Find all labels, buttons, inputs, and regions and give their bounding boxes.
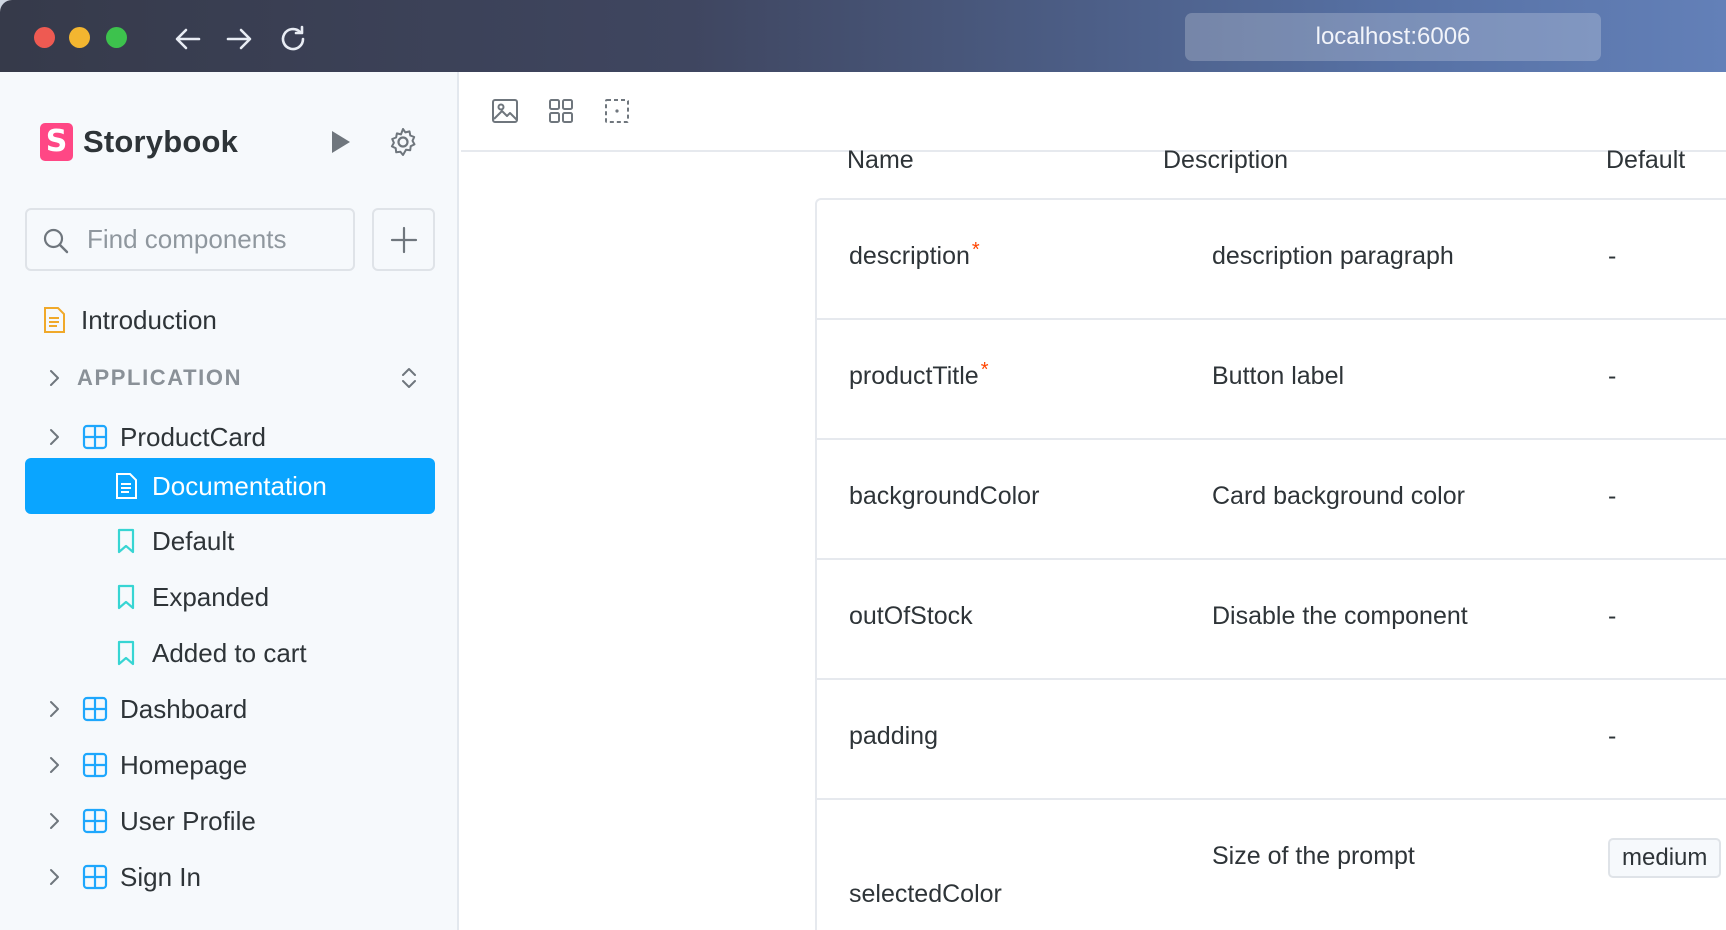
minimize-window-button[interactable] xyxy=(69,27,90,48)
maximize-window-button[interactable] xyxy=(106,27,127,48)
outline-icon[interactable] xyxy=(602,96,632,126)
table-row: backgroundColor Card background color - xyxy=(817,440,1726,560)
default-value-badge: medium xyxy=(1608,838,1722,878)
component-icon xyxy=(82,864,108,890)
table-row: productTitle * Button label - xyxy=(817,320,1726,440)
close-window-button[interactable] xyxy=(34,27,55,48)
prop-name: selectedColor xyxy=(849,880,1002,908)
prop-name: outOfStock xyxy=(849,602,973,630)
column-header-name: Name xyxy=(847,146,914,174)
back-arrow-icon[interactable] xyxy=(171,22,205,56)
sidebar-item-label: Homepage xyxy=(120,749,248,780)
required-asterisk: * xyxy=(980,359,989,381)
storybook-logo-icon: S xyxy=(40,123,73,161)
address-bar[interactable]: localhost:6006 xyxy=(1185,13,1601,61)
document-icon xyxy=(44,307,65,333)
sidebar-item-label: Introduction xyxy=(81,304,217,335)
prop-default: - xyxy=(1608,362,1617,390)
add-button[interactable] xyxy=(372,208,435,271)
prop-default: - xyxy=(1608,602,1617,630)
bookmark-icon xyxy=(117,640,135,666)
component-icon xyxy=(82,696,108,722)
sidebar-item-homepage[interactable]: Homepage xyxy=(0,740,459,790)
component-icon xyxy=(82,424,108,450)
expand-collapse-icon[interactable] xyxy=(398,365,420,391)
sidebar-item-documentation[interactable]: Documentation xyxy=(0,461,459,511)
sidebar-item-label: Sign In xyxy=(120,861,201,892)
bookmark-icon xyxy=(117,528,135,554)
brand-name: Storybook xyxy=(83,124,239,159)
image-icon[interactable] xyxy=(490,96,520,126)
chevron-right-icon xyxy=(50,701,59,717)
sidebar-item-label: Added to cart xyxy=(152,637,307,668)
table-row: padding - xyxy=(817,680,1726,800)
gear-icon[interactable] xyxy=(386,125,420,159)
sidebar-section-application[interactable]: APPLICATION xyxy=(0,353,459,403)
storybook-brand[interactable]: S Storybook xyxy=(40,121,238,163)
sidebar-item-introduction[interactable]: Introduction xyxy=(0,295,459,345)
column-header-description: Description xyxy=(1163,146,1289,174)
sidebar-item-story-default[interactable]: Default xyxy=(0,516,459,566)
prop-default: - xyxy=(1608,482,1617,510)
prop-description: Card background color xyxy=(1212,482,1465,510)
bookmark-icon xyxy=(117,584,135,610)
chevron-right-icon xyxy=(50,757,59,773)
search-box[interactable] xyxy=(25,208,355,271)
args-table: description * description paragraph - pro… xyxy=(815,198,1726,930)
prop-name: padding xyxy=(849,722,938,750)
sidebar-item-productcard[interactable]: ProductCard xyxy=(0,412,459,462)
chevron-right-icon xyxy=(50,370,59,386)
prop-name: description * xyxy=(849,239,980,270)
sidebar-item-dashboard[interactable]: Dashboard xyxy=(0,684,459,734)
sidebar-item-label: ProductCard xyxy=(120,421,266,452)
sidebar-item-story-expanded[interactable]: Expanded xyxy=(0,572,459,622)
docs-content: Name Description Default description * de… xyxy=(461,146,1726,930)
prop-name: backgroundColor xyxy=(849,482,1040,510)
browser-window: localhost:6006 S Storybook Introduction xyxy=(0,0,1726,930)
prop-description: Disable the component xyxy=(1212,602,1468,630)
column-header-default: Default xyxy=(1606,146,1686,174)
prop-default: - xyxy=(1608,242,1617,270)
plus-icon xyxy=(390,226,418,254)
chevron-right-icon xyxy=(50,429,59,445)
section-label: APPLICATION xyxy=(77,365,243,390)
required-asterisk: * xyxy=(971,239,980,261)
browser-titlebar: localhost:6006 xyxy=(0,0,1726,72)
component-icon xyxy=(82,808,108,834)
search-icon xyxy=(43,228,69,254)
prop-default: - xyxy=(1608,722,1617,750)
play-icon[interactable] xyxy=(323,125,357,159)
sidebar-item-story-added-to-cart[interactable]: Added to cart xyxy=(0,628,459,678)
chevron-right-icon xyxy=(50,869,59,885)
sidebar-item-label: Dashboard xyxy=(120,693,248,724)
sidebar-item-user-profile[interactable]: User Profile xyxy=(0,796,459,846)
grid-icon[interactable] xyxy=(546,96,576,126)
forward-arrow-icon[interactable] xyxy=(222,22,256,56)
document-icon xyxy=(116,473,137,499)
prop-description: Size of the prompt xyxy=(1212,842,1415,870)
table-row: description * description paragraph - xyxy=(817,200,1726,320)
prop-description: description paragraph xyxy=(1212,242,1454,270)
prop-name: productTitle * xyxy=(849,359,989,390)
search-input[interactable] xyxy=(87,210,347,269)
sidebar-item-sign-in[interactable]: Sign In xyxy=(0,852,459,902)
sidebar-item-label: User Profile xyxy=(120,805,256,836)
component-icon xyxy=(82,752,108,778)
sidebar: S Storybook Introduction APPLICATION xyxy=(0,72,459,930)
table-row: outOfStock Disable the component - xyxy=(817,560,1726,680)
sidebar-item-label: Expanded xyxy=(152,581,270,612)
canvas-toolbar xyxy=(461,72,1726,152)
table-row: selectedColor Size of the prompt medium xyxy=(817,800,1726,930)
prop-description: Button label xyxy=(1212,362,1345,390)
sidebar-item-label: Documentation xyxy=(152,470,327,501)
sidebar-item-label: Default xyxy=(152,525,235,556)
chevron-right-icon xyxy=(50,813,59,829)
reload-icon[interactable] xyxy=(276,22,310,56)
